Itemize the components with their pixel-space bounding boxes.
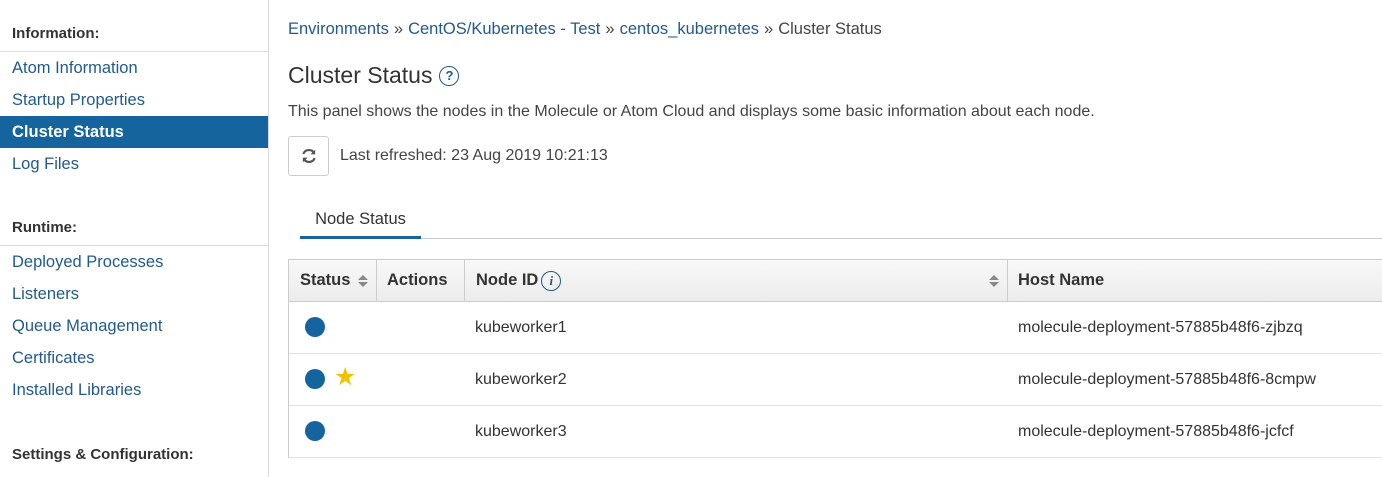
host-name-cell: molecule-deployment-57885b48f6-zjbzq xyxy=(1018,319,1303,336)
sidebar-item-certificates[interactable]: Certificates xyxy=(0,342,268,374)
page-description: This panel shows the nodes in the Molecu… xyxy=(288,103,1095,120)
column-header-host-name: Host Name xyxy=(1008,260,1382,301)
column-header-status[interactable]: Status xyxy=(289,260,377,301)
tab-node-status[interactable]: Node Status xyxy=(300,206,421,239)
refresh-button[interactable] xyxy=(288,136,329,176)
column-header-node-id-label: Node ID xyxy=(476,271,539,289)
column-header-node-id[interactable]: Node ID i xyxy=(465,260,1008,301)
node-table: Status Actions Node ID i Host Name kubew… xyxy=(288,259,1382,458)
host-name-cell: molecule-deployment-57885b48f6-8cmpw xyxy=(1018,371,1316,388)
sidebar-item-log-files[interactable]: Log Files xyxy=(0,148,268,180)
node-id-cell: kubeworker1 xyxy=(475,319,567,336)
sort-icon[interactable] xyxy=(989,274,999,288)
sidebar-item-startup-properties[interactable]: Startup Properties xyxy=(0,84,268,116)
status-dot-icon xyxy=(305,369,325,389)
status-cell xyxy=(305,406,375,458)
breadcrumb-separator: » xyxy=(764,20,774,38)
head-node-star-icon: ★ xyxy=(334,362,357,391)
info-icon[interactable]: i xyxy=(541,270,562,291)
page-title: Cluster Status xyxy=(288,62,433,88)
sidebar-section-runtime: Runtime: Deployed Processes Listeners Qu… xyxy=(0,214,268,406)
breadcrumb-environments[interactable]: Environments xyxy=(288,20,389,38)
sidebar-section-information: Information: Atom Information Startup Pr… xyxy=(0,20,268,180)
sidebar-item-cluster-status[interactable]: Cluster Status xyxy=(0,116,268,148)
column-header-host-name-label: Host Name xyxy=(1018,271,1105,289)
status-dot-icon xyxy=(305,317,325,337)
node-id-cell: kubeworker3 xyxy=(475,423,567,440)
sidebar: Information: Atom Information Startup Pr… xyxy=(0,0,269,477)
sidebar-item-listeners[interactable]: Listeners xyxy=(0,278,268,310)
breadcrumb: Environments» CentOS/Kubernetes - Test» ce… xyxy=(288,20,882,39)
sidebar-heading-runtime: Runtime: xyxy=(0,214,268,246)
status-cell xyxy=(305,302,375,354)
question-circle-icon[interactable]: ? xyxy=(439,65,460,86)
sidebar-heading-information: Information: xyxy=(0,20,268,52)
breadcrumb-current: Cluster Status xyxy=(778,20,882,38)
table-header: Status Actions Node ID i Host Name xyxy=(289,259,1382,302)
table-row[interactable]: kubeworker3 molecule-deployment-57885b48… xyxy=(289,406,1382,458)
node-id-cell: kubeworker2 xyxy=(475,371,567,388)
status-dot-icon xyxy=(305,421,325,441)
title-row: Cluster Status ? xyxy=(288,62,460,89)
sidebar-item-deployed-processes[interactable]: Deployed Processes xyxy=(0,246,268,278)
last-refreshed-text: Last refreshed: 23 Aug 2019 10:21:13 xyxy=(340,147,608,164)
sidebar-item-atom-information[interactable]: Atom Information xyxy=(0,52,268,84)
main-content: Environments» CentOS/Kubernetes - Test» ce… xyxy=(288,0,1382,477)
tab-bar: Node Status xyxy=(300,206,1382,239)
breadcrumb-atom[interactable]: centos_kubernetes xyxy=(620,20,759,38)
sidebar-section-settings: Settings & Configuration: xyxy=(0,440,268,472)
breadcrumb-separator: » xyxy=(605,20,615,38)
refresh-icon xyxy=(301,148,316,164)
column-header-actions: Actions xyxy=(377,260,465,301)
status-cell: ★ xyxy=(305,354,375,406)
sidebar-heading-settings: Settings & Configuration: xyxy=(12,446,194,463)
column-header-status-label: Status xyxy=(300,271,351,289)
sort-icon[interactable] xyxy=(358,274,369,288)
refresh-row: Last refreshed: 23 Aug 2019 10:21:13 xyxy=(288,136,608,176)
breadcrumb-separator: » xyxy=(393,20,404,38)
table-row[interactable]: kubeworker1 molecule-deployment-57885b48… xyxy=(289,302,1382,354)
sidebar-item-queue-management[interactable]: Queue Management xyxy=(0,310,268,342)
column-header-actions-label: Actions xyxy=(387,271,448,289)
table-row[interactable]: ★ kubeworker2 molecule-deployment-57885b… xyxy=(289,354,1382,406)
breadcrumb-environment[interactable]: CentOS/Kubernetes - Test xyxy=(408,20,600,38)
host-name-cell: molecule-deployment-57885b48f6-jcfcf xyxy=(1018,423,1294,440)
sidebar-item-installed-libraries[interactable]: Installed Libraries xyxy=(0,374,268,406)
